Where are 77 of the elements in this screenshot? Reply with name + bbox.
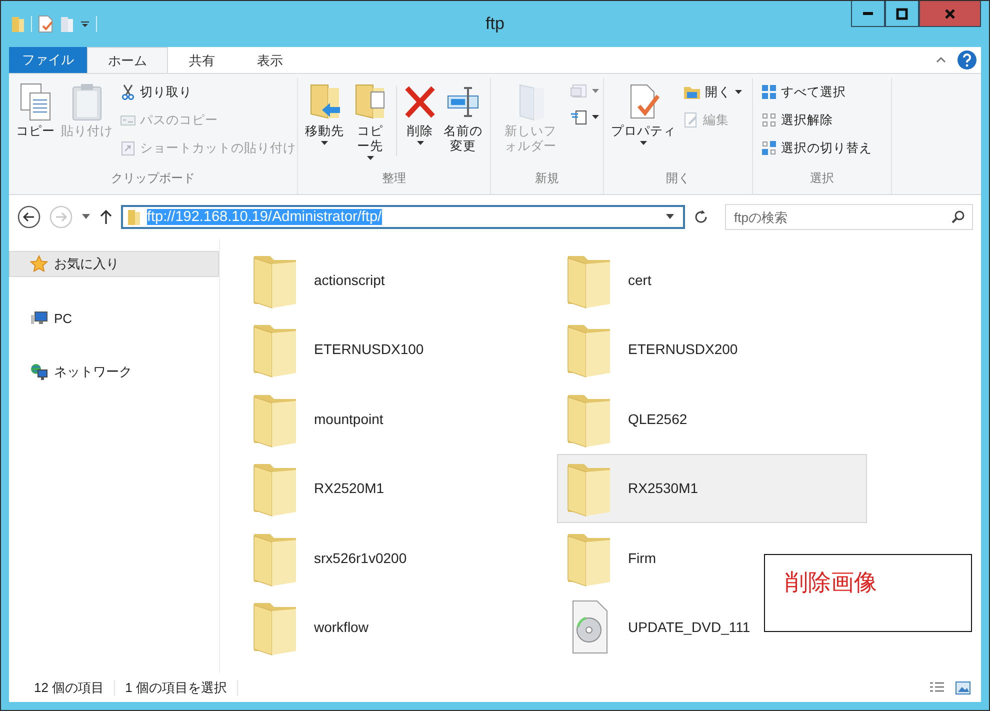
- folder-icon: [683, 84, 701, 100]
- ribbon-button[interactable]: 開く: [679, 78, 746, 106]
- caret-icon: [735, 90, 742, 94]
- file-item[interactable]: QLE2562: [557, 384, 694, 454]
- help-icon[interactable]: [957, 50, 977, 70]
- annotation-box: 削除画像: [764, 554, 972, 632]
- invert-selection-icon: [761, 140, 777, 156]
- caret-icon[interactable]: [81, 214, 91, 220]
- clipboard-icon: [70, 82, 104, 122]
- edit-icon: [683, 112, 699, 128]
- ribbon-button[interactable]: 切り取り: [116, 78, 300, 106]
- select-none-icon: [761, 112, 777, 128]
- maximize-icon: [896, 8, 908, 20]
- ribbon-tab[interactable]: ホーム: [87, 47, 168, 73]
- file-item[interactable]: Firm: [557, 523, 663, 592]
- collapse-ribbon-icon[interactable]: [935, 55, 947, 65]
- shortcut-icon: [120, 140, 136, 156]
- minimize-button[interactable]: [851, 1, 885, 27]
- ribbon-button[interactable]: 選択解除: [757, 106, 876, 134]
- folder-icon: [127, 208, 141, 226]
- caret-icon: [640, 141, 647, 145]
- new-item-icon: [570, 83, 588, 99]
- caret-icon: [321, 141, 328, 145]
- copy-icon: [18, 82, 52, 122]
- caret-icon: [592, 115, 599, 119]
- file-item[interactable]: ETERNUSDX100: [243, 314, 431, 384]
- star-icon: [30, 255, 48, 273]
- file-item[interactable]: UPDATE_DVD_111: [557, 592, 758, 662]
- ribbon-button[interactable]: コピー先: [347, 78, 393, 170]
- computer-icon: [30, 309, 48, 327]
- status-text: 12 個の項目: [34, 679, 104, 697]
- ribbon-button[interactable]: すべて選択: [757, 78, 876, 106]
- search-icon: [951, 210, 965, 224]
- ribbon-button[interactable]: 名前の変更: [440, 78, 486, 170]
- nav-item[interactable]: ネットワーク: [9, 359, 219, 385]
- file-item[interactable]: RX2520M1: [243, 454, 392, 523]
- maximize-button[interactable]: [885, 1, 919, 27]
- group-label: 開く: [665, 170, 691, 187]
- network-icon: [30, 363, 48, 381]
- group-label: 整理: [381, 170, 407, 187]
- refresh-icon[interactable]: [693, 209, 709, 225]
- caret-icon: [592, 89, 599, 93]
- ribbon-button[interactable]: 削除: [400, 78, 440, 170]
- search-field[interactable]: ftpの検索: [725, 204, 973, 230]
- file-item[interactable]: mountpoint: [243, 384, 390, 454]
- file-item[interactable]: cert: [557, 245, 658, 314]
- group-label: クリップボード: [110, 170, 196, 187]
- select-all-icon: [761, 84, 777, 100]
- file-tab[interactable]: ファイル: [9, 47, 87, 73]
- ribbon-button[interactable]: 選択の切り替え: [757, 134, 876, 162]
- customize-caret-icon[interactable]: [80, 19, 90, 29]
- file-item[interactable]: actionscript: [243, 245, 392, 314]
- close-icon: [944, 8, 956, 20]
- caret-icon: [416, 141, 424, 145]
- close-button[interactable]: [919, 1, 981, 27]
- file-item[interactable]: workflow: [243, 592, 376, 662]
- status-text: 1 個の項目を選択: [125, 679, 227, 697]
- window-title: ftp: [486, 14, 504, 34]
- group-label: 選択: [809, 170, 835, 187]
- caret-icon[interactable]: [665, 214, 675, 220]
- document-icon: [570, 109, 588, 125]
- ribbon-button[interactable]: コピー: [13, 78, 58, 170]
- ribbon-button[interactable]: プロパティ: [608, 78, 679, 170]
- up-arrow-icon[interactable]: [99, 209, 113, 225]
- minimize-icon: [863, 12, 873, 15]
- group-label: 新規: [534, 170, 560, 187]
- caret-icon: [366, 156, 374, 160]
- nav-item[interactable]: お気に入り: [9, 251, 219, 277]
- nav-item[interactable]: PC: [9, 305, 219, 331]
- properties-icon[interactable]: [38, 15, 54, 33]
- file-item[interactable]: srx526r1v0200: [243, 523, 414, 592]
- file-item[interactable]: RX2530M1: [557, 454, 867, 523]
- back-icon[interactable]: [17, 205, 41, 229]
- scissors-icon: [120, 84, 136, 100]
- large-icons-view-icon[interactable]: [955, 681, 971, 695]
- ribbon-button[interactable]: 移動先: [302, 78, 347, 170]
- file-item[interactable]: ETERNUSDX200: [557, 314, 745, 384]
